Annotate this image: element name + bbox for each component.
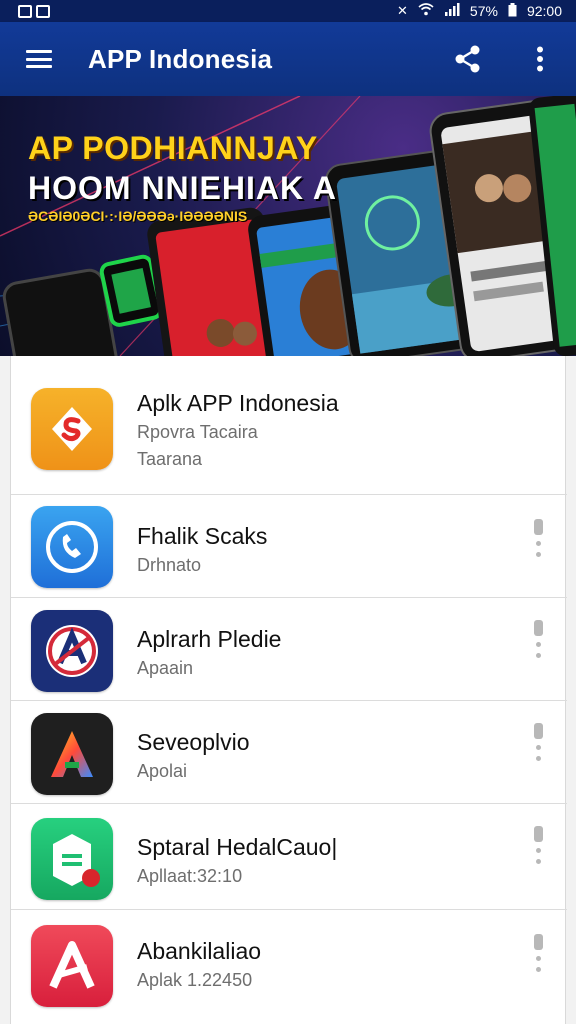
item-overflow-button[interactable] — [527, 826, 549, 882]
status-bar: ✕ 57% 92:00 — [0, 0, 576, 22]
banner-headline-2: HOOM NNIEHIAK A — [28, 170, 337, 206]
app-subtitle-2: Taarana — [137, 449, 203, 469]
list-item[interactable]: Seveoplvio Apolai — [11, 701, 567, 804]
share-icon — [455, 45, 480, 73]
battery-percent: 57% — [469, 3, 498, 19]
menu-button[interactable] — [0, 22, 78, 96]
status-left-icons — [18, 4, 50, 18]
app-name: Abankilaliao — [137, 938, 262, 964]
promo-banner[interactable]: AP PODHIANNJAY HOOM NNIEHIAK A ƏCƏIƏ0ƏCI… — [0, 96, 576, 356]
clock: 92:00 — [526, 3, 562, 19]
app-subtitle: Drhnato — [137, 555, 202, 575]
notification-icon — [18, 4, 32, 18]
a-badge-icon — [31, 610, 113, 692]
list-item[interactable]: Sptaral HedalCauo| Apllaat:32:10 — [11, 804, 567, 910]
app-bar: APP Indonesia — [0, 22, 576, 96]
banner-subtitle: ƏCƏIƏ0ƏCI·:·IƏ/ƏƏƏə·IƏƏƏƏNIS — [28, 208, 248, 224]
battery-icon — [508, 2, 517, 20]
item-overflow-button[interactable] — [527, 723, 549, 779]
wifi-icon — [418, 3, 434, 19]
gradient-a-icon — [31, 713, 113, 795]
app-subtitle: Aplak 1.22450 — [137, 970, 253, 990]
status-right: ✕ 57% 92:00 — [397, 2, 562, 20]
app-title: APP Indonesia — [88, 43, 273, 74]
app-name: Aplrarh Pledie — [137, 626, 282, 652]
item-overflow-button[interactable] — [527, 934, 549, 990]
shield-s-icon — [31, 388, 113, 470]
tag-icon — [31, 818, 113, 900]
app-name: Aplk APP Indonesia — [137, 390, 339, 416]
app-subtitle: Apllaat:32:10 — [137, 866, 243, 886]
share-button[interactable] — [432, 22, 504, 96]
phone-circle-icon — [31, 506, 113, 588]
app-name: Sptaral HedalCauo| — [137, 834, 338, 860]
list-item[interactable]: Aplk APP Indonesia Rpovra Tacaira Taaran… — [11, 356, 567, 495]
banner-headline: AP PODHIANNJAY — [28, 130, 318, 166]
menu-icon — [26, 50, 52, 68]
app-name: Fhalik Scaks — [137, 523, 268, 549]
list-item[interactable]: Fhalik Scaks Drhnato — [11, 495, 567, 598]
letter-a-icon — [31, 925, 113, 1007]
list-item[interactable]: Abankilaliao Aplak 1.22450 — [11, 910, 567, 1024]
notification-icon — [36, 4, 50, 18]
app-name: Seveoplvio — [137, 729, 250, 755]
app-list: Aplk APP Indonesia Rpovra Tacaira Taaran… — [10, 356, 567, 1024]
item-overflow-button[interactable] — [527, 519, 549, 575]
signal-icon — [444, 3, 460, 19]
app-subtitle: Rpovra Tacaira — [137, 422, 258, 442]
more-vert-icon — [537, 46, 543, 72]
mute-icon: ✕ — [397, 3, 408, 18]
list-item[interactable]: Aplrarh Pledie Apaain — [11, 598, 567, 701]
app-subtitle: Apaain — [137, 658, 194, 678]
more-options-button[interactable] — [504, 22, 576, 96]
app-subtitle: Apolai — [137, 761, 188, 781]
item-overflow-button[interactable] — [527, 620, 549, 676]
